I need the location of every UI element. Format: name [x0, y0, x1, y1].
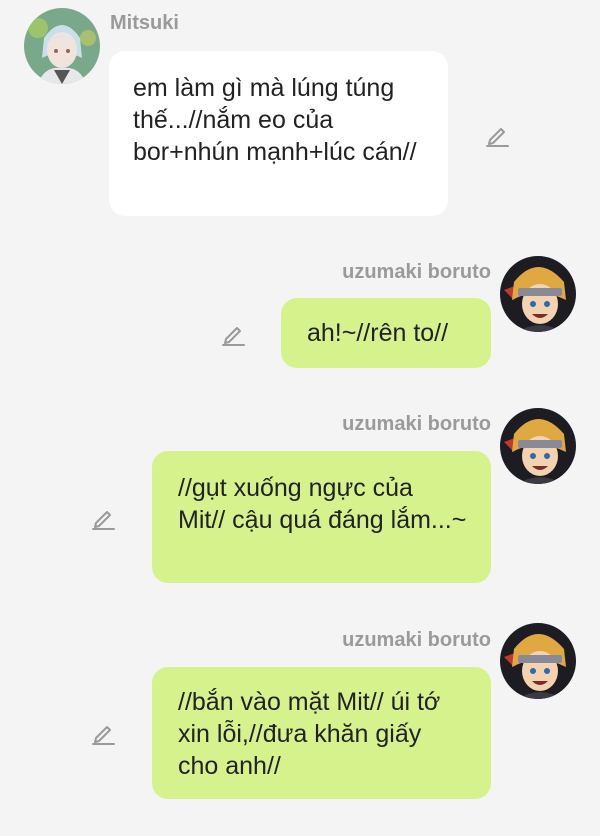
- message-bubble-1[interactable]: em làm gì mà lúng túng thế...//nắm eo củ…: [109, 51, 448, 216]
- message-bubble-4[interactable]: //bắn vào mặt Mit// úi tớ xin lỗi,//đưa …: [152, 667, 491, 799]
- edit-icon[interactable]: [220, 321, 246, 347]
- boruto-avatar[interactable]: [500, 623, 576, 699]
- sender-name-boruto: uzumaki boruto: [342, 629, 491, 651]
- message-bubble-3[interactable]: //gụt xuống ngực của Mit// cậu quá đáng …: [152, 451, 491, 583]
- boruto-avatar[interactable]: [500, 408, 576, 484]
- edit-icon[interactable]: [90, 720, 116, 746]
- sender-name-boruto: uzumaki boruto: [342, 261, 491, 283]
- message-bubble-2[interactable]: ah!~//rên to//: [281, 298, 491, 368]
- edit-icon[interactable]: [90, 505, 116, 531]
- sender-name-mitsuki: Mitsuki: [110, 12, 179, 34]
- edit-icon[interactable]: [484, 122, 510, 148]
- sender-name-boruto: uzumaki boruto: [342, 413, 491, 435]
- mitsuki-avatar[interactable]: [24, 8, 100, 84]
- boruto-avatar[interactable]: [500, 256, 576, 332]
